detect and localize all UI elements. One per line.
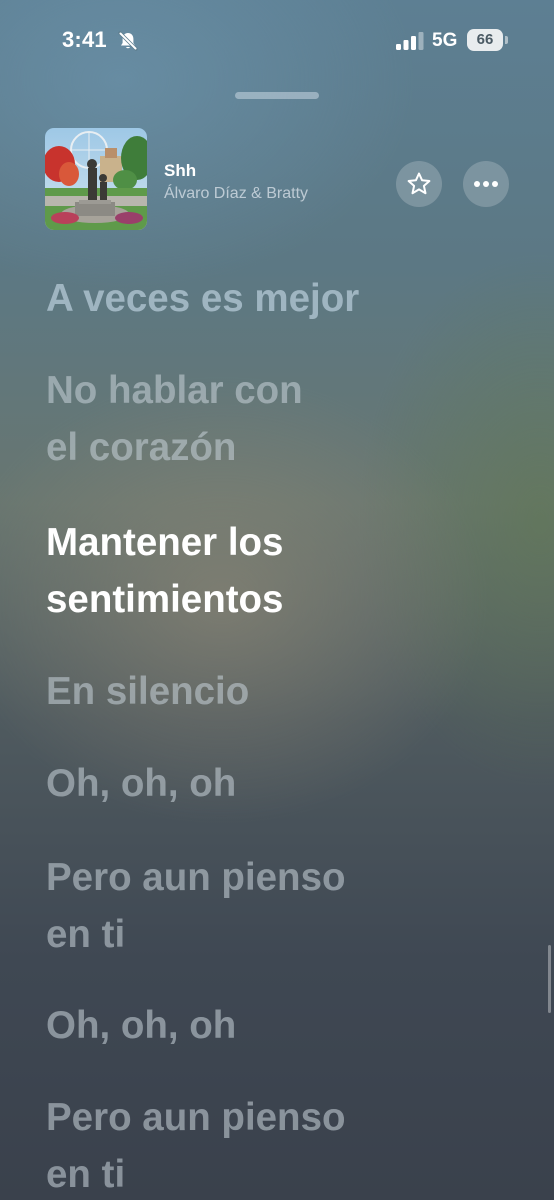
bell-slash-icon bbox=[118, 31, 138, 51]
lyric-line[interactable]: En silencio bbox=[46, 663, 249, 720]
lyric-line-text: Mantener los sentimientos bbox=[46, 521, 284, 621]
lyric-line[interactable]: Pero aun pienso en ti bbox=[46, 849, 346, 963]
lyric-line[interactable]: No hablar con el corazón bbox=[46, 362, 303, 476]
lyric-line[interactable]: Oh, oh, oh bbox=[46, 997, 236, 1054]
favorite-button[interactable] bbox=[396, 161, 442, 207]
scroll-indicator[interactable] bbox=[548, 945, 551, 1013]
ellipsis-icon bbox=[474, 181, 498, 187]
star-icon bbox=[407, 172, 431, 195]
lyric-line[interactable]: A veces es mejor bbox=[46, 270, 359, 327]
lyric-line-text: Oh, oh, oh bbox=[46, 762, 237, 805]
song-title[interactable]: Shh bbox=[164, 161, 196, 181]
album-artwork-image bbox=[45, 128, 147, 230]
lyric-line-text: Oh, oh, oh bbox=[46, 1004, 237, 1047]
lyric-line-current[interactable]: Mantener los sentimientos bbox=[46, 514, 283, 628]
status-time: 3:41 bbox=[62, 27, 107, 52]
more-options-button[interactable] bbox=[463, 161, 509, 207]
lyric-line-text: Pero aun pienso en ti bbox=[46, 1096, 346, 1196]
sheet-grabber-handle[interactable] bbox=[235, 92, 319, 99]
album-artwork[interactable] bbox=[45, 128, 147, 230]
lyric-line[interactable]: Pero aun pienso en ti bbox=[46, 1089, 346, 1200]
artist-name[interactable]: Álvaro Díaz & Bratty bbox=[164, 185, 308, 203]
battery-cap bbox=[505, 36, 508, 44]
status-bar: 3:41 5G 66 bbox=[0, 0, 554, 84]
lyric-line-text: Pero aun pienso en ti bbox=[46, 856, 346, 956]
battery-icon: 66 bbox=[467, 29, 503, 51]
lyric-line[interactable]: Oh, oh, oh bbox=[46, 755, 236, 812]
lyric-line-text: A veces es mejor bbox=[46, 277, 360, 320]
network-type: 5G bbox=[432, 30, 458, 51]
cellular-signal-icon bbox=[396, 32, 424, 50]
lyric-line-text: En silencio bbox=[46, 670, 250, 713]
lyric-line-text: No hablar con el corazón bbox=[46, 369, 303, 469]
